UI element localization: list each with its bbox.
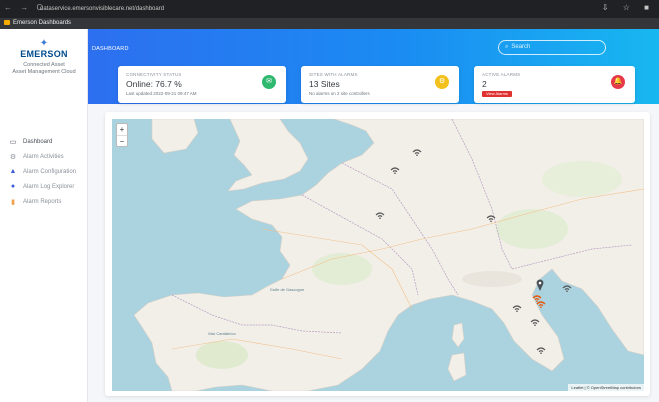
zoom-out-button[interactable]: − (117, 135, 127, 146)
connectivity-status-card: CONNECTIVITY STATUS Online: 76.7 % Last … (118, 66, 286, 103)
sidebar-item-alarm-activities[interactable]: ⚙ Alarm Activities (8, 149, 88, 164)
search-input[interactable]: ⌕ Search (498, 40, 606, 55)
folder-icon (4, 19, 10, 25)
info-icon: ● (10, 183, 16, 190)
site-marker-wifi-icon[interactable] (562, 285, 572, 292)
site-marker-wifi-icon[interactable] (390, 167, 400, 174)
map-pin-icon[interactable] (536, 279, 544, 291)
emerson-logo-mark-icon: ✦ (39, 38, 49, 49)
sidebar-item-dashboard[interactable]: ▭ Dashboard (8, 134, 88, 149)
desktop-icon: ▭ (9, 138, 17, 146)
land-corsica (451, 322, 465, 348)
map-zoom-control: + − (116, 123, 128, 147)
browser-extension-icons[interactable]: ⇩ ☆ ■ (602, 3, 655, 12)
sea-label: Mar Cantábrico (208, 331, 236, 336)
gear-icon: ⚙ (435, 75, 449, 89)
map-tiles (133, 119, 644, 391)
site-marker-wifi-icon[interactable] (486, 215, 496, 222)
forest-area (542, 161, 622, 197)
forest-area (196, 341, 248, 369)
brand-subtitle-line1: Connected Asset (23, 62, 65, 68)
search-placeholder: Search (511, 44, 531, 50)
sidebar-menu: ▭ Dashboard ⚙ Alarm Activities ▲ Alarm C… (8, 134, 88, 209)
browser-toolbar: ← → C dataservice.emersonvisiblecare.net… (0, 0, 659, 18)
land-sardinia (447, 352, 467, 382)
bell-icon: 🔔 (611, 75, 625, 89)
site-marker-wifi-icon[interactable] (536, 347, 546, 354)
card-value: Online: 76.7 % (126, 79, 182, 89)
card-label: ACTIVE ALARMS (482, 72, 521, 77)
address-bar[interactable]: dataservice.emersonvisiblecare.net/dashb… (36, 3, 556, 15)
bookmark-label: Emerson Dashboards (13, 20, 72, 26)
card-label: CONNECTIVITY STATUS (126, 72, 182, 77)
map-panel: Golfe de Gascogne Mar Cantábrico + − Lea… (105, 112, 650, 396)
search-icon: ⌕ (505, 44, 509, 50)
sidebar-item-label: Alarm Activities (23, 153, 64, 160)
page-title: DASHBOARD (92, 46, 129, 52)
bookmark-item[interactable]: Emerson Dashboards (4, 19, 71, 28)
site-marker-wifi-icon[interactable] (412, 149, 422, 156)
sidebar-item-label: Alarm Configuration (23, 168, 77, 175)
alps-area (462, 271, 522, 287)
sidebar-item-label: Alarm Reports (23, 198, 62, 205)
active-alarms-card: ACTIVE ALARMS 2 View Alarms 🔔 (474, 66, 635, 103)
card-label: SITES WITH ALARMS (309, 72, 358, 77)
emerson-logo[interactable]: ✦ EMERSON Connected Asset Asset Manageme… (0, 39, 88, 76)
sidebar-item-alarm-log-explorer[interactable]: ● Alarm Log Explorer (8, 179, 88, 194)
site-marker-wifi-icon[interactable] (375, 212, 385, 219)
zoom-in-button[interactable]: + (117, 124, 127, 135)
bay-label: Golfe de Gascogne (269, 287, 305, 292)
land-great-britain (227, 119, 309, 192)
map-attribution[interactable]: Leaflet | © OpenStreetMap contributors (568, 384, 644, 391)
alarm-site-marker-wifi-icon[interactable] (536, 301, 546, 308)
forest-area (312, 253, 372, 285)
sidebar-item-alarm-reports[interactable]: ▮ Alarm Reports (8, 194, 88, 209)
report-icon: ▮ (11, 198, 15, 206)
sidebar: ✦ EMERSON Connected Asset Asset Manageme… (0, 29, 88, 402)
card-value: 13 Sites (309, 79, 340, 89)
site-marker-wifi-icon[interactable] (512, 305, 522, 312)
sidebar-item-label: Alarm Log Explorer (23, 183, 75, 190)
site-map[interactable]: Golfe de Gascogne Mar Cantábrico + − Lea… (112, 119, 644, 391)
site-marker-wifi-icon[interactable] (530, 319, 540, 326)
bookmarks-bar: Emerson Dashboards (0, 18, 659, 29)
forest-area (496, 209, 568, 249)
gear-icon: ⚙ (9, 153, 17, 161)
sidebar-item-alarm-configuration[interactable]: ▲ Alarm Configuration (8, 164, 88, 179)
sidebar-item-label: Dashboard (23, 138, 53, 145)
brand-subtitle-line2: Asset Management Cloud (12, 69, 76, 75)
land-ireland (151, 119, 199, 154)
card-note: No alarms on 2 site controllers (309, 91, 370, 96)
card-value: 2 (482, 79, 487, 89)
view-alarms-button[interactable]: View Alarms (482, 91, 512, 97)
envelope-icon: ✉ (262, 75, 276, 89)
sites-with-alarms-card: SITES WITH ALARMS 13 Sites No alarms on … (301, 66, 459, 103)
card-note: Last updated 2022-09-21 09:47 AM (126, 91, 197, 96)
brand-name: EMERSON (20, 49, 68, 59)
bell-icon: ▲ (9, 168, 17, 175)
